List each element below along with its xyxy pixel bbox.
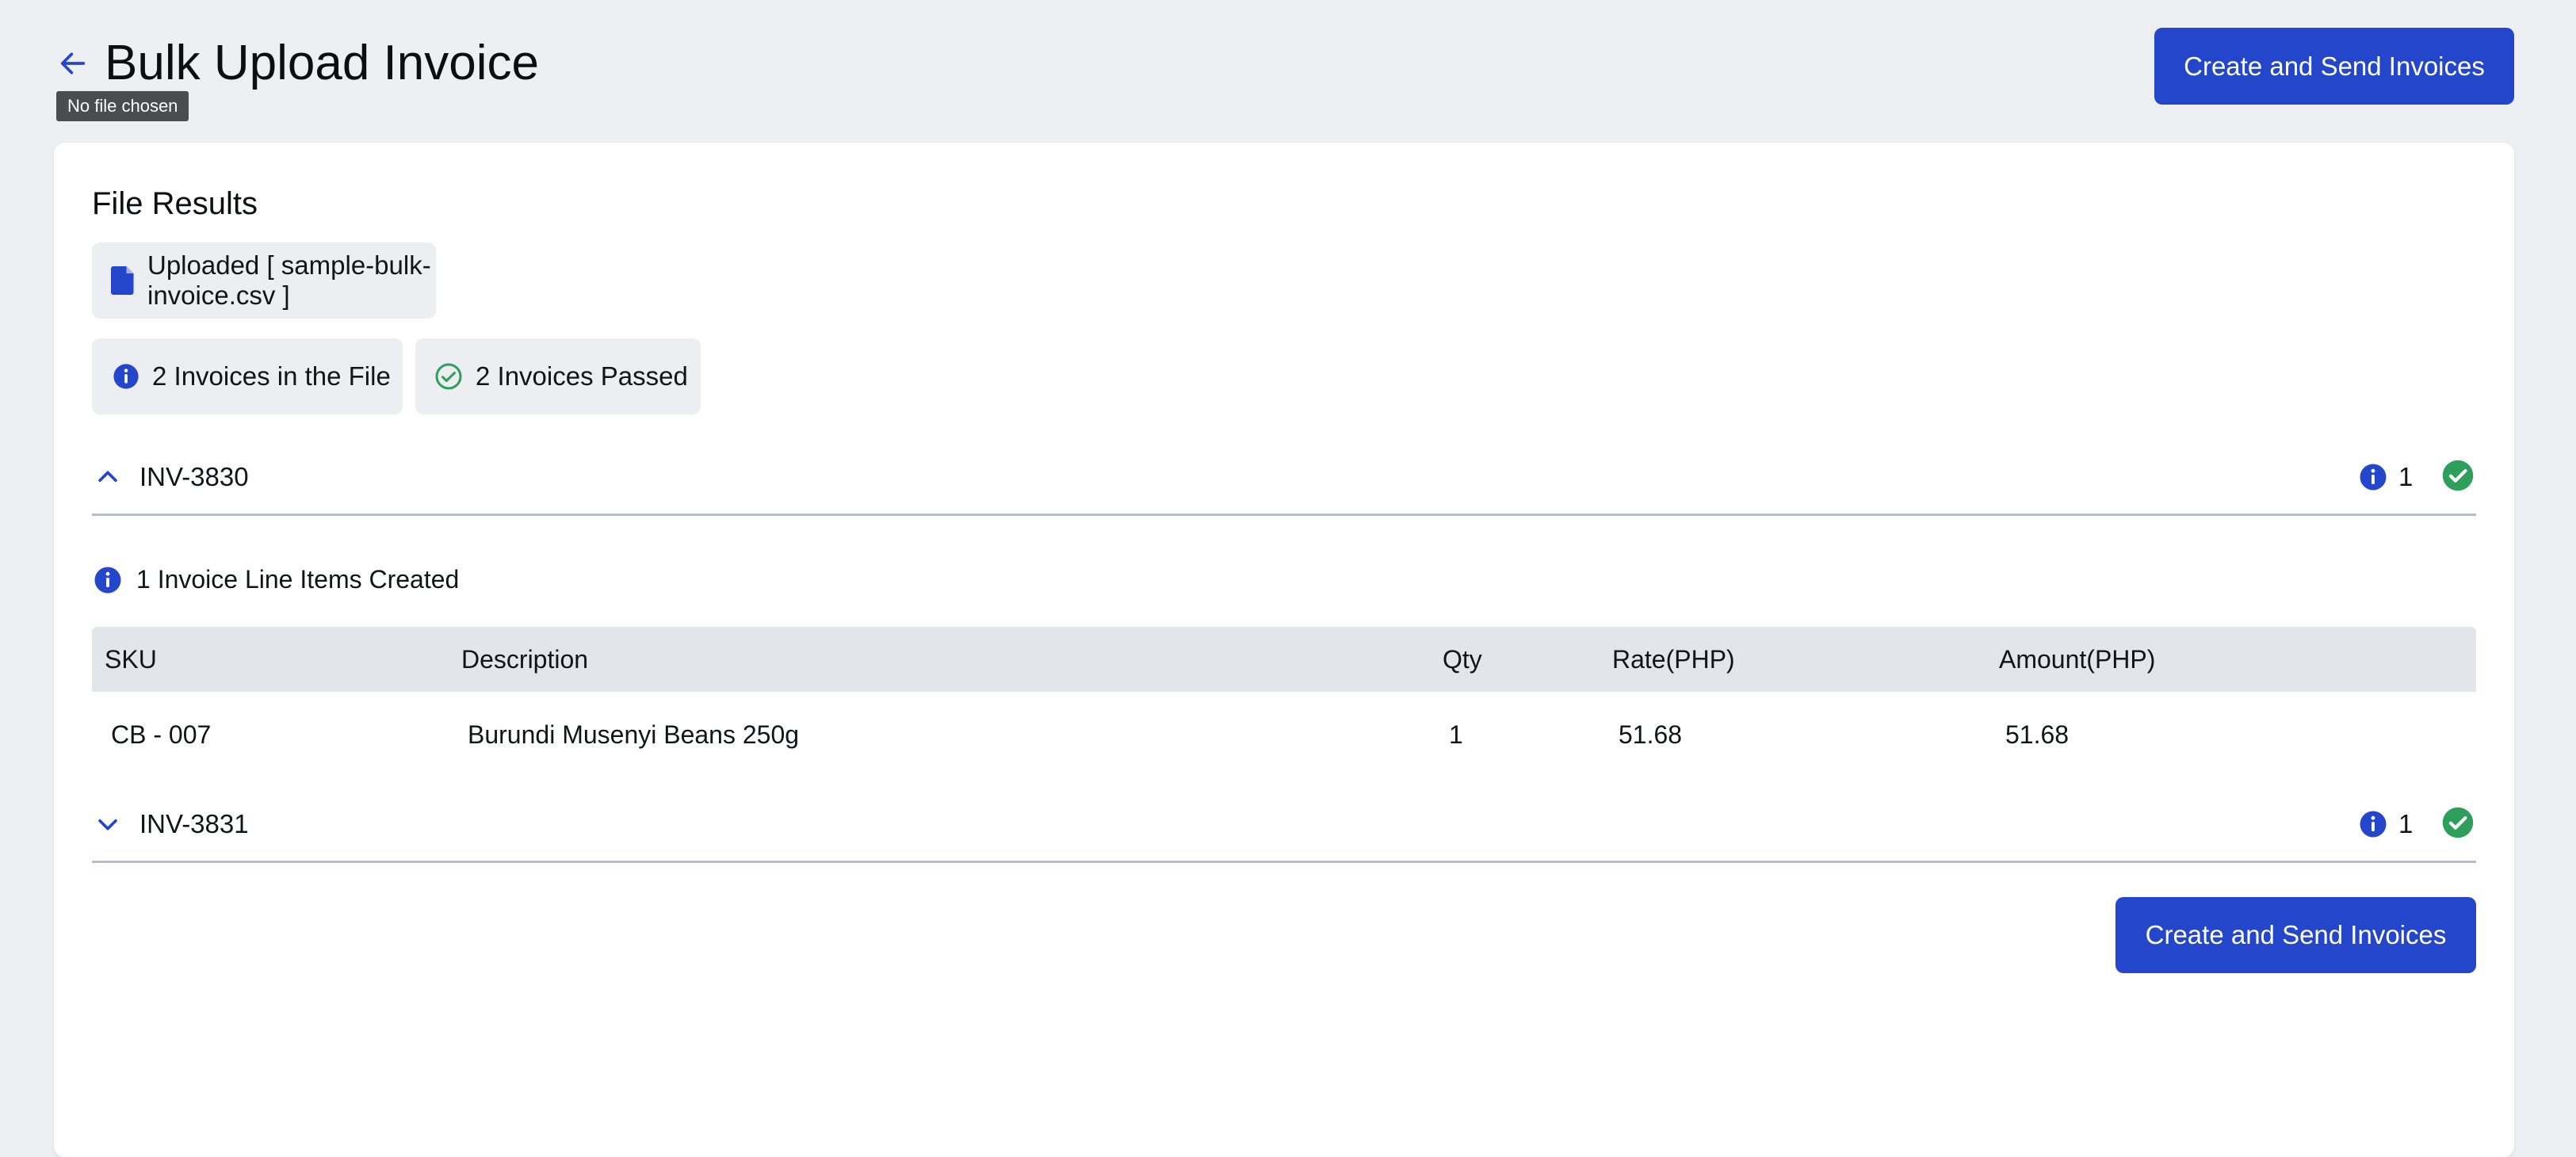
cell-sku: CB - 007 <box>111 720 212 749</box>
chevron-up-icon[interactable] <box>92 461 124 493</box>
info-icon <box>94 566 122 594</box>
cell-amount: 51.68 <box>2005 720 2070 749</box>
line-items-summary: 1 Invoice Line Items Created <box>94 565 459 594</box>
uploaded-file-label: Uploaded [ sample-bulk-invoice.csv ] <box>147 250 431 310</box>
invoices-passed-chip: 2 Invoices Passed <box>415 338 701 414</box>
info-icon <box>2359 463 2387 495</box>
column-header-description: Description <box>461 645 589 674</box>
create-and-send-invoices-button[interactable]: Create and Send Invoices <box>2115 897 2476 973</box>
cell-qty: 1 <box>1449 720 1463 749</box>
column-header-rate: Rate(PHP) <box>1612 645 1735 674</box>
table-row: CB - 007 Burundi Musenyi Beans 250g 1 51… <box>92 692 2476 768</box>
column-header-amount: Amount(PHP) <box>1999 645 2156 674</box>
cell-description: Burundi Musenyi Beans 250g <box>468 720 800 749</box>
invoice-id: INV-3831 <box>140 809 249 838</box>
file-input-tooltip: No file chosen <box>56 91 189 121</box>
check-circle-outline-icon <box>434 362 463 391</box>
column-header-qty: Qty <box>1443 645 1482 674</box>
invoice-row[interactable]: INV-3830 1 <box>92 442 2476 516</box>
page-header: Bulk Upload Invoice No file chosen Creat… <box>0 0 2576 135</box>
file-results-card: File Results Uploaded [ sample-bulk-invo… <box>54 143 2514 1157</box>
invoices-passed-label: 2 Invoices Passed <box>476 361 688 391</box>
document-icon <box>111 266 135 295</box>
uploaded-file-chip: Uploaded [ sample-bulk-invoice.csv ] <box>92 242 436 319</box>
info-count: 1 <box>2398 462 2414 491</box>
page-title: Bulk Upload Invoice <box>105 36 539 90</box>
cell-rate: 51.68 <box>1619 720 1683 749</box>
invoice-id: INV-3830 <box>140 462 249 491</box>
column-header-sku: SKU <box>105 645 157 674</box>
info-count: 1 <box>2398 809 2414 838</box>
file-results-title: File Results <box>92 186 258 221</box>
check-circle-icon <box>2441 459 2475 496</box>
line-items-label: 1 Invoice Line Items Created <box>136 565 460 594</box>
line-items-table-header: SKU Description Qty Rate(PHP) Amount(PHP… <box>92 627 2476 692</box>
invoice-count-chip: 2 Invoices in the File <box>92 338 403 414</box>
create-and-send-invoices-button[interactable]: Create and Send Invoices <box>2154 28 2514 105</box>
info-icon <box>113 363 140 390</box>
info-icon <box>2359 810 2387 842</box>
back-arrow-icon[interactable] <box>55 46 90 81</box>
chevron-down-icon[interactable] <box>92 808 124 840</box>
invoice-count-label: 2 Invoices in the File <box>152 361 391 391</box>
invoice-row[interactable]: INV-3831 1 <box>92 789 2476 863</box>
check-circle-icon <box>2441 806 2475 843</box>
